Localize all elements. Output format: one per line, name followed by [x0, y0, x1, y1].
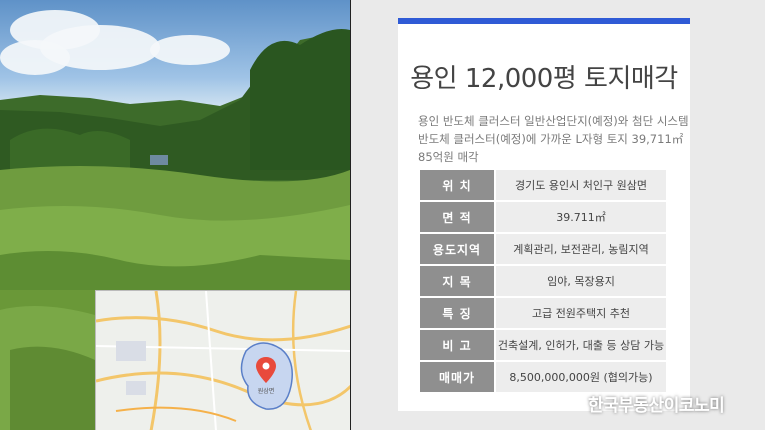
row-label: 면 적 — [420, 202, 494, 232]
listing-title: 용인 12,000평 토지매각 — [410, 64, 678, 94]
listing-description: 용인 반도체 클러스터 일반산업단지(예정)와 첨단 시스템 반도체 클러스터(… — [418, 112, 689, 166]
info-row-zoning: 용도지역 계획관리, 보전관리, 농림지역 — [420, 234, 666, 264]
row-label: 특 징 — [420, 298, 494, 328]
landscape-illustration — [0, 29, 350, 290]
info-row-land-category: 지 목 임야, 목장용지 — [420, 266, 666, 296]
location-map: 원삼면 — [95, 290, 350, 430]
grass-foreground — [0, 290, 95, 430]
row-value: 경기도 용인시 처인구 원삼면 — [496, 170, 666, 200]
row-label: 비 고 — [420, 330, 494, 360]
info-row-location: 위 치 경기도 용인시 처인구 원삼면 — [420, 170, 666, 200]
row-value: 임야, 목장용지 — [496, 266, 666, 296]
row-label: 지 목 — [420, 266, 494, 296]
property-info-table: 위 치 경기도 용인시 처인구 원삼면 면 적 39.711㎡ 용도지역 계획관… — [420, 170, 666, 394]
info-row-remarks: 비 고 건축설계, 인허가, 대출 등 상담 가능 — [420, 330, 666, 360]
row-label: 매매가 — [420, 362, 494, 392]
row-value: 39.711㎡ — [496, 202, 666, 232]
row-value: 고급 전원주택지 추천 — [496, 298, 666, 328]
row-label: 용도지역 — [420, 234, 494, 264]
info-row-features: 특 징 고급 전원주택지 추천 — [420, 298, 666, 328]
publisher-watermark: 한국부동산이코노미 — [588, 396, 725, 416]
land-photo: 원삼면 — [0, 0, 351, 430]
map-pin-label: 원삼면 — [258, 387, 275, 395]
description-line: 용인 반도체 클러스터 일반산업단지(예정)와 첨단 시스템 — [418, 114, 689, 128]
row-label: 위 치 — [420, 170, 494, 200]
row-value: 8,500,000,000원 (협의가능) — [496, 362, 666, 392]
row-value: 계획관리, 보전관리, 농림지역 — [496, 234, 666, 264]
description-line: 반도체 클러스터(예정)에 가까운 L자형 토지 39,711㎡ — [418, 132, 684, 146]
info-row-area: 면 적 39.711㎡ — [420, 202, 666, 232]
row-value: 건축설계, 인허가, 대출 등 상담 가능 — [496, 330, 666, 360]
description-line: 85억원 매각 — [418, 150, 479, 164]
map-graphic: 원삼면 — [96, 291, 350, 430]
info-row-price: 매매가 8,500,000,000원 (협의가능) — [420, 362, 666, 392]
listing-card: 용인 12,000평 토지매각 용인 반도체 클러스터 일반산업단지(예정)와 … — [398, 18, 690, 411]
